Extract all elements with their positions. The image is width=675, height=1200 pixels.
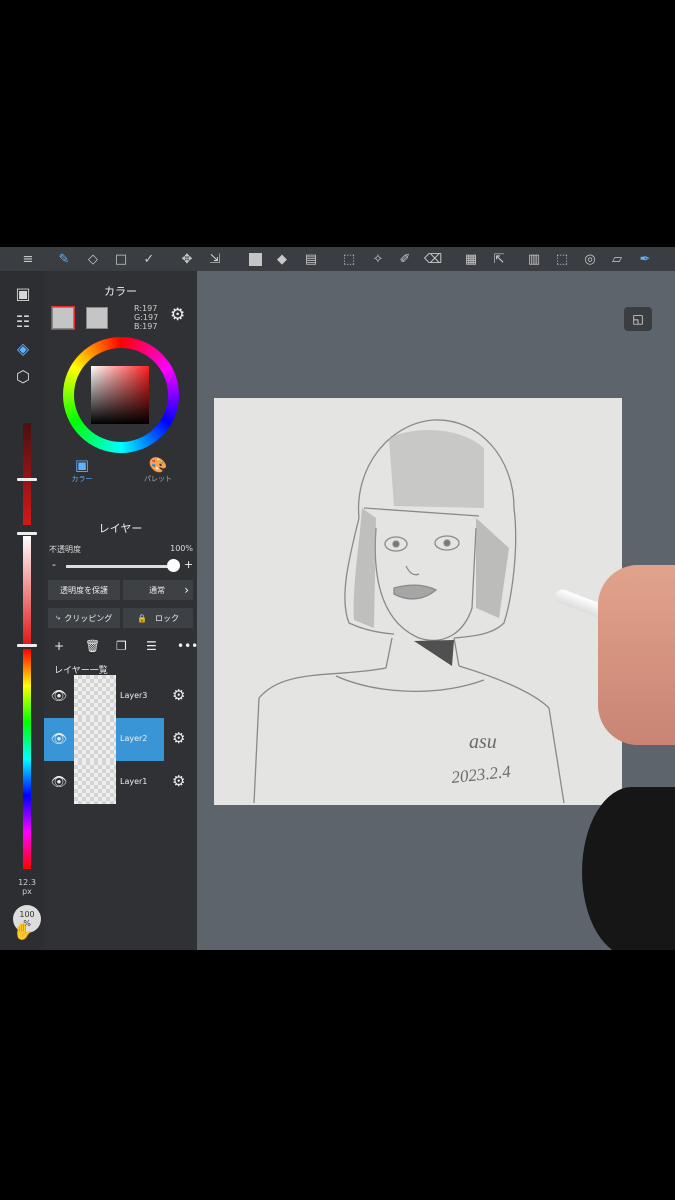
brush-size-knob[interactable]	[17, 478, 37, 481]
layer-thumbnail	[74, 718, 116, 761]
brush-size-unit: px	[22, 887, 32, 896]
protect-alpha-button[interactable]: 透明度を保護	[48, 580, 120, 600]
move-icon[interactable]: ✥	[178, 250, 196, 268]
rgb-readout: R:197 G:197 B:197	[134, 304, 158, 331]
layer1-settings-gear-icon[interactable]: ⚙	[172, 772, 185, 790]
panel-icon[interactable]: ▦	[462, 250, 480, 268]
duplicate-layer-icon[interactable]: ❐	[116, 639, 127, 653]
zoom-value: 100	[19, 910, 35, 919]
layer-row-layer3[interactable]: 👁 Layer3	[44, 675, 164, 718]
materials-icon[interactable]: ⬡	[13, 366, 33, 386]
chevron-right-icon: ›	[184, 583, 189, 597]
undo-history-icon[interactable]: ◎	[581, 250, 599, 268]
lock-button[interactable]: 🔒 ロック	[123, 608, 193, 628]
ruler-icon[interactable]: ▱	[608, 250, 626, 268]
opacity-value: 100%	[170, 544, 193, 553]
lock-icon: 🔒	[137, 613, 147, 623]
color-tab-icon: ▣	[74, 456, 90, 474]
side-panel: カラー R:197 G:197 B:197 ⚙ ▣ カラー 🎨 パレット レイヤー …	[44, 271, 198, 950]
hue-knob[interactable]	[17, 644, 37, 647]
layer-name: Layer2	[120, 734, 148, 743]
brush-size-readout: 12.3 px	[14, 878, 40, 896]
layer-panel-title: レイヤー	[98, 522, 143, 535]
fill-color-icon[interactable]	[246, 250, 264, 268]
opacity-plus-button[interactable]: +	[184, 558, 193, 571]
rgb-r: R:197	[134, 304, 158, 313]
layer-row-layer1[interactable]: 👁 Layer1	[44, 761, 164, 804]
eraser-icon[interactable]: ◇	[84, 250, 102, 268]
layer-row-layer2[interactable]: 👁 Layer2	[44, 718, 164, 761]
tab-color[interactable]: ▣ カラー	[44, 454, 120, 484]
saturation-value-square[interactable]	[91, 366, 149, 424]
signature-text: asu	[469, 731, 497, 753]
blend-mode-label: 通常	[149, 585, 165, 595]
visibility-eye-icon[interactable]: 👁	[50, 774, 68, 790]
blend-mode-button[interactable]: 通常 ›	[123, 580, 193, 600]
gradient-icon[interactable]: ▤	[302, 250, 320, 268]
layer-list-icon[interactable]: ☷	[13, 311, 33, 331]
pen-settings-icon[interactable]: ✒	[636, 250, 654, 268]
secondary-color-swatch[interactable]	[86, 307, 108, 329]
color-settings-gear-icon[interactable]: ⚙	[170, 305, 185, 325]
opacity-slider[interactable]	[23, 536, 31, 644]
brush-size-slider[interactable]	[23, 423, 31, 525]
hue-slider[interactable]	[23, 649, 31, 869]
color-square-icon[interactable]: ▣	[13, 283, 33, 303]
layer-thumbnail	[74, 761, 116, 804]
date-text: 2023.2.4	[450, 762, 512, 787]
tab-palette[interactable]: 🎨 パレット	[120, 454, 196, 484]
select-pen-icon[interactable]: ✓	[140, 250, 158, 268]
hand-select-icon[interactable]: ⇱	[490, 250, 508, 268]
select-pen2-icon[interactable]: ✐	[396, 250, 414, 268]
left-tool-strip: ▣ ☷ ◈ ⬡ 12.3 px 100% ✋	[0, 271, 44, 950]
brush-size-value: 12.3	[18, 878, 36, 887]
transform-icon[interactable]: ⇲	[206, 250, 224, 268]
delete-layer-icon[interactable]: 🗑	[85, 639, 100, 653]
rectangle-icon[interactable]: □	[112, 250, 130, 268]
clipping-button[interactable]: ⤷ クリッピング	[48, 608, 120, 628]
layer-name: Layer1	[120, 777, 148, 786]
clipping-label: クリッピング	[64, 613, 113, 623]
tab-color-label: カラー	[71, 475, 93, 483]
visibility-eye-icon[interactable]: 👁	[50, 731, 68, 747]
layer-thumbnail	[74, 675, 116, 718]
lock-label: ロック	[154, 613, 179, 623]
page-icon[interactable]: ▥	[525, 250, 543, 268]
opacity-minus-button[interactable]: -	[52, 558, 56, 571]
primary-color-swatch[interactable]	[51, 306, 75, 330]
magic-wand-icon[interactable]: ✧	[369, 250, 387, 268]
deselect-icon[interactable]: ⬚	[553, 250, 571, 268]
opacity-track[interactable]	[66, 565, 174, 568]
opacity-knob[interactable]	[17, 532, 37, 535]
layers-icon[interactable]: ◈	[13, 338, 33, 358]
layer3-settings-gear-icon[interactable]: ⚙	[172, 686, 185, 704]
top-toolbar: ≡ ✎ ◇ □ ✓ ✥ ⇲ ◆ ▤ ⬚ ✧ ✐ ⌫ ▦ ⇱ ▥ ⬚ ◎ ▱ ✒	[0, 247, 675, 271]
medibang-app: ≡ ✎ ◇ □ ✓ ✥ ⇲ ◆ ▤ ⬚ ✧ ✐ ⌫ ▦ ⇱ ▥ ⬚ ◎ ▱ ✒ …	[0, 247, 675, 950]
opacity-slider-knob[interactable]	[167, 559, 180, 572]
add-layer-icon[interactable]: +	[54, 639, 64, 653]
layer-action-row: + 🗑 ❐ ☰ •••	[44, 639, 198, 657]
select-eraser-icon[interactable]: ⌫	[424, 250, 442, 268]
rgb-b: B:197	[134, 322, 158, 331]
rgb-g: G:197	[134, 313, 159, 322]
color-tab-row: ▣ カラー 🎨 パレット	[44, 454, 197, 484]
opacity-label: 不透明度	[49, 545, 81, 554]
brush-icon[interactable]: ✎	[55, 250, 73, 268]
more-options-icon[interactable]: •••	[177, 639, 198, 653]
color-panel-title: カラー	[104, 285, 137, 298]
menu-icon[interactable]: ≡	[19, 250, 37, 268]
layer-menu-list-icon[interactable]: ☰	[146, 639, 157, 653]
bucket-icon[interactable]: ◆	[273, 250, 291, 268]
layer-name: Layer3	[120, 691, 148, 700]
select-rect-icon[interactable]: ⬚	[340, 250, 358, 268]
fullscreen-toggle-icon[interactable]: ◱	[624, 307, 652, 331]
hand-icon[interactable]: ✋	[13, 921, 33, 941]
fur-object	[582, 787, 675, 950]
visibility-eye-icon[interactable]: 👁	[50, 688, 68, 704]
palette-icon: 🎨	[148, 456, 168, 474]
clipping-icon: ⤷	[55, 613, 61, 622]
hand	[598, 565, 675, 745]
tab-palette-label: パレット	[144, 475, 172, 483]
layer2-settings-gear-icon[interactable]: ⚙	[172, 729, 185, 747]
